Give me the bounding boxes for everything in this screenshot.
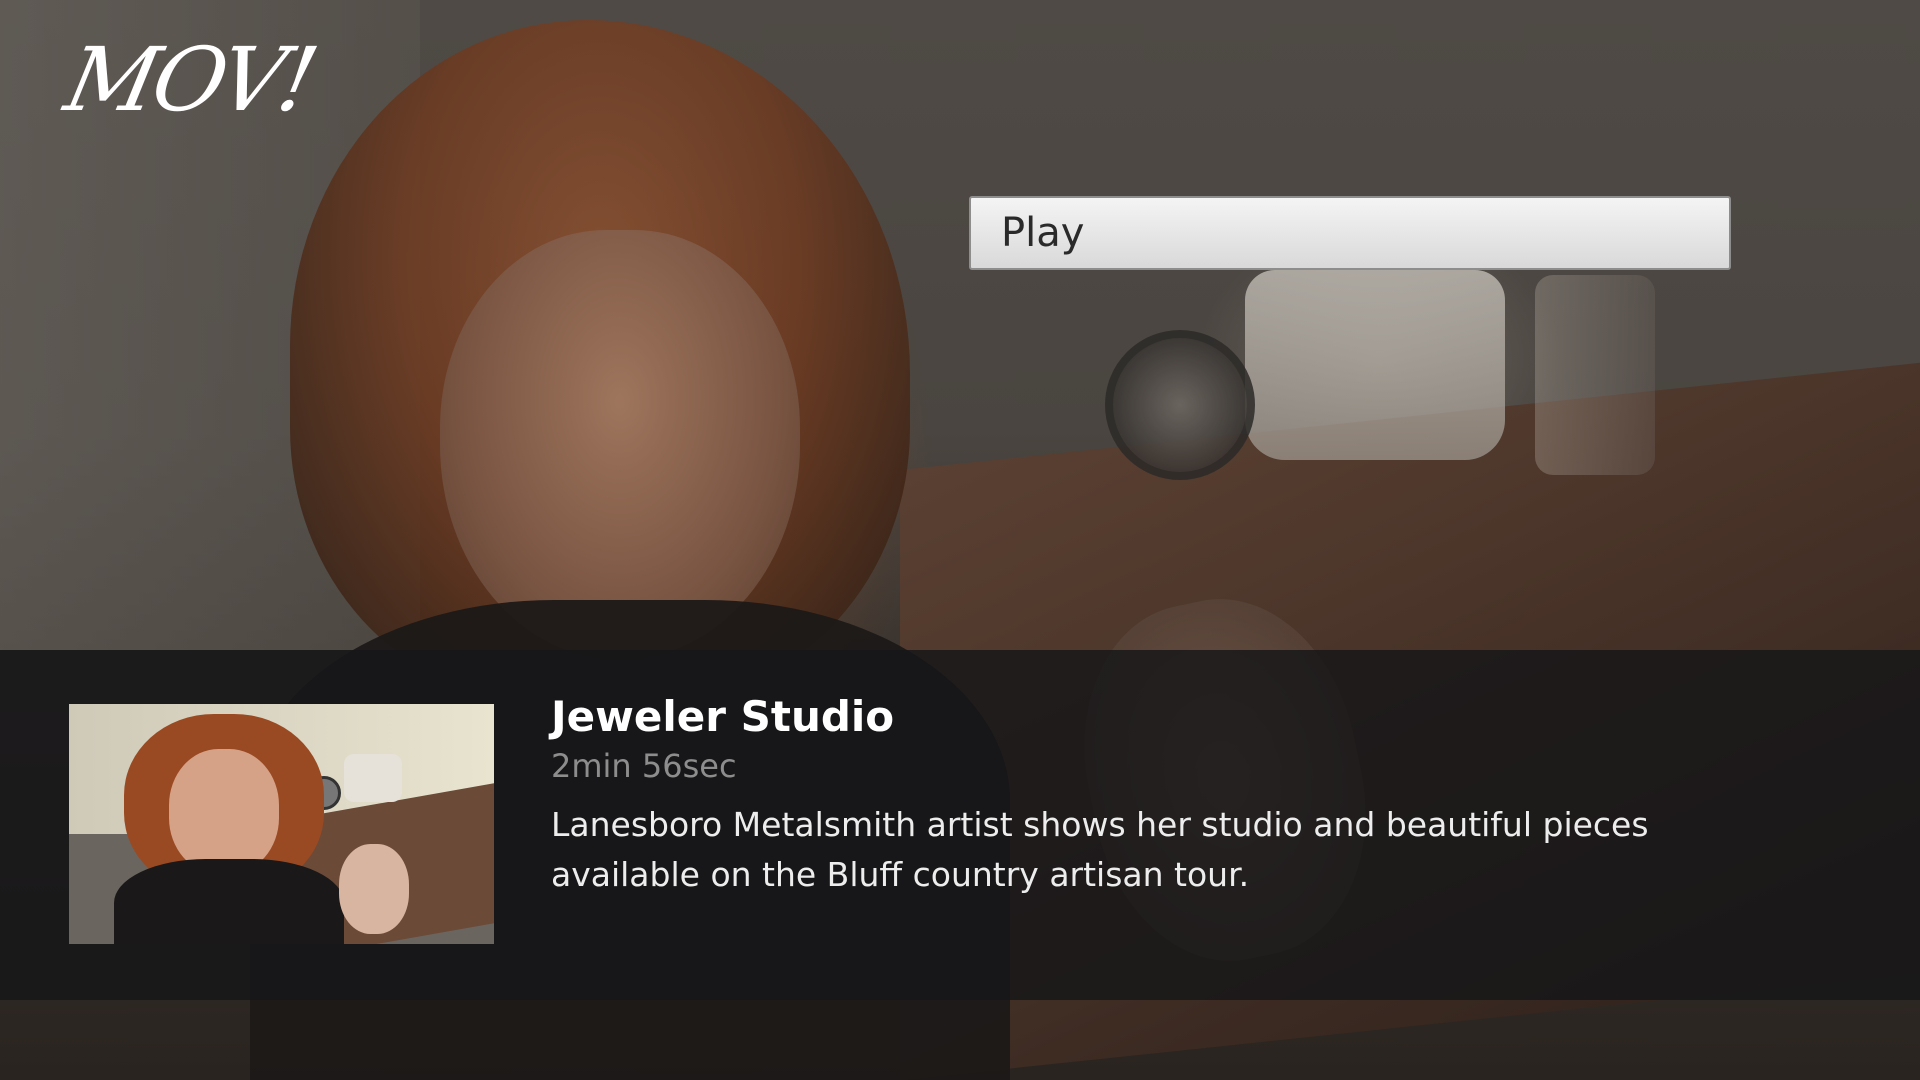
play-button-label: Play	[1001, 210, 1085, 256]
video-title: Jeweler Studio	[551, 692, 895, 741]
background-person-face	[440, 230, 800, 660]
video-description: Lanesboro Metalsmith artist shows her st…	[551, 805, 1649, 894]
thumbnail-person-hand	[339, 844, 409, 934]
mov-logo: MOV!	[57, 28, 338, 131]
video-thumbnail	[69, 704, 494, 944]
background-fan	[1105, 330, 1255, 480]
background-crockpot	[1245, 270, 1505, 460]
logo-text: MOV!	[57, 28, 323, 131]
thumbnail-person-face	[169, 749, 279, 874]
background-jar	[1535, 275, 1655, 475]
thumbnail-crockpot	[344, 754, 402, 802]
play-button[interactable]: Play	[969, 196, 1731, 270]
thumbnail-person-body	[114, 859, 344, 944]
video-duration: 2min 56sec	[551, 747, 737, 785]
